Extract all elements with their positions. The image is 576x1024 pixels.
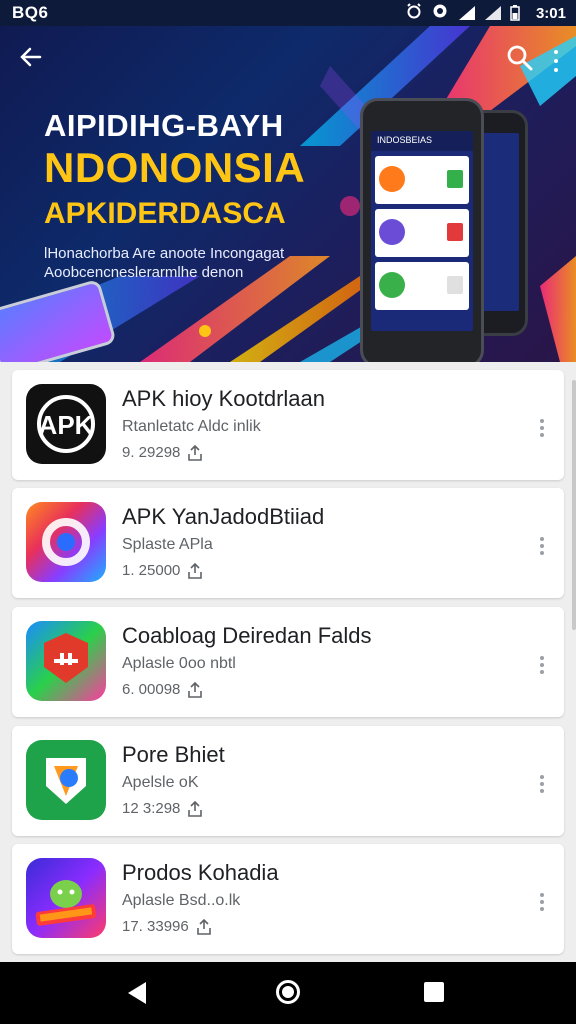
app-name: Prodos Kohadia — [122, 860, 279, 885]
search-button[interactable] — [506, 44, 538, 76]
nav-back-icon[interactable] — [128, 982, 146, 1004]
more-vert-icon — [540, 656, 544, 660]
more-vert-icon — [540, 419, 544, 423]
hero-subtitle: lHonachorba Are anoote Incongagat Aoobce… — [44, 245, 285, 281]
wifi-icon — [458, 5, 475, 21]
app-name: Coabloag Deiredan Falds — [122, 623, 372, 648]
notification-icon — [432, 3, 448, 23]
phone-illustration-front: INDOSBEIAS — [360, 98, 484, 362]
app-more-button[interactable] — [534, 653, 550, 677]
list-item-app-5[interactable]: Prodos Kohadia Aplasle Bsd..o.lk 17. 339… — [12, 844, 564, 954]
app-more-button[interactable] — [534, 416, 550, 440]
more-vert-icon — [540, 893, 544, 897]
battery-icon — [510, 5, 526, 21]
app-name: APK YanJadodBtiiad — [122, 504, 325, 529]
more-options-button[interactable] — [548, 46, 564, 76]
app-more-button[interactable] — [534, 772, 550, 796]
app-download-count: 17. 33996 — [122, 918, 189, 935]
svg-text:APK: APK — [39, 410, 94, 440]
more-vert-icon — [540, 775, 544, 779]
app-description: Rtanletatc Aldc inlik — [122, 418, 261, 435]
app-name: Pore Bhiet — [122, 742, 225, 767]
app-description: Aplasle 0oo nbtl — [122, 655, 236, 672]
list-item-app-2[interactable]: APK YanJadodBtiiad Splaste APla 1. 25000 — [12, 488, 564, 598]
app-more-button[interactable] — [534, 534, 550, 558]
more-vert-icon — [554, 50, 558, 54]
app-name: APK hioy Kootdrlaan — [122, 386, 326, 411]
share-icon — [188, 800, 203, 817]
app-description: Aplasle Bsd..o.lk — [122, 892, 241, 909]
cell-signal-icon — [484, 5, 501, 21]
nav-home-icon[interactable] — [276, 980, 300, 1004]
status-clock: 3:01 — [535, 4, 566, 22]
share-icon — [188, 562, 203, 579]
alarm-icon — [406, 3, 422, 23]
list-item-app-4[interactable]: Pore Bhiet Apelsle oK 12 3:298 — [12, 726, 564, 836]
nav-recents-icon[interactable] — [424, 982, 444, 1002]
app-download-count: 9. 29298 — [122, 444, 181, 461]
status-icons: 3:01 — [406, 3, 566, 23]
share-icon — [188, 444, 203, 461]
maps-shield-icon — [26, 740, 106, 820]
app-meta: 17. 33996 — [122, 918, 211, 935]
hero-title-line2: NDONONSIA — [44, 144, 306, 191]
share-icon — [196, 918, 211, 935]
status-bar: BQ6 3:01 — [0, 0, 576, 26]
hero-banner: AIPIDIHG-BAYH NDONONSIA APKIDERDASCA lHo… — [0, 26, 576, 362]
app-more-button[interactable] — [534, 890, 550, 914]
android-badge-icon — [26, 858, 106, 938]
hero-title-line3: APKIDERDASCA — [44, 197, 286, 230]
app-download-count: 1. 25000 — [122, 562, 181, 579]
app-meta: 1. 25000 — [122, 562, 203, 579]
app-download-count: 12 3:298 — [122, 800, 181, 817]
system-nav-bar — [0, 962, 576, 1024]
app-description: Apelsle oK — [122, 774, 199, 791]
apk-logo-icon: APK — [26, 384, 106, 464]
search-icon — [507, 45, 533, 71]
more-vert-icon — [540, 537, 544, 541]
app-meta: 9. 29298 — [122, 444, 203, 461]
hero-title-line1: AIPIDIHG-BAYH — [44, 108, 284, 143]
app-download-count: 6. 00098 — [122, 681, 181, 698]
phone-card — [375, 156, 469, 204]
share-icon — [188, 681, 203, 698]
phone-screen-bar: INDOSBEIAS — [371, 131, 473, 151]
back-button[interactable] — [18, 44, 50, 76]
scrollbar[interactable] — [572, 380, 576, 630]
phone-card — [375, 262, 469, 310]
phone-card — [375, 209, 469, 257]
app-meta: 6. 00098 — [122, 681, 203, 698]
status-left-text: BQ6 — [12, 3, 49, 22]
list-item-app-3[interactable]: Coabloag Deiredan Falds Aplasle 0oo nbtl… — [12, 607, 564, 717]
app-description: Splaste APla — [122, 536, 213, 553]
list-item-app-1[interactable]: APK APK hioy Kootdrlaan Rtanletatc Aldc … — [12, 370, 564, 480]
chrome-like-icon — [26, 502, 106, 582]
app-meta: 12 3:298 — [122, 800, 203, 817]
red-shield-icon — [26, 621, 106, 701]
arrow-left-icon — [20, 47, 42, 67]
